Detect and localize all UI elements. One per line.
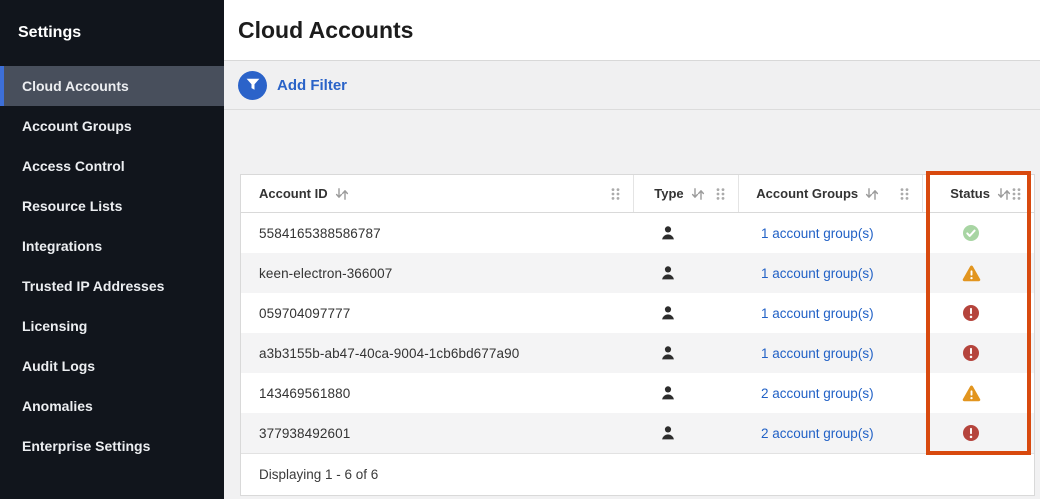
sort-arrows-icon[interactable] xyxy=(865,188,879,200)
status-error-icon xyxy=(962,344,980,362)
funnel-icon xyxy=(246,78,260,92)
table-row: 059704097777 1 account group(s) xyxy=(241,293,1034,333)
pagination-summary: Displaying 1 - 6 of 6 xyxy=(259,467,378,482)
sidebar-title: Settings xyxy=(0,0,224,66)
account-groups-link[interactable]: 2 account group(s) xyxy=(761,386,874,401)
account-id-cell: keen-electron-366007 xyxy=(241,266,638,281)
sidebar-item-anomalies[interactable]: Anomalies xyxy=(0,386,224,426)
status-error-icon xyxy=(962,424,980,442)
sidebar-item-trusted-ip-addresses[interactable]: Trusted IP Addresses xyxy=(0,266,224,306)
status-warning-icon xyxy=(962,265,981,282)
page-header: Cloud Accounts xyxy=(224,0,1040,61)
table-row: 143469561880 2 account group(s) xyxy=(241,373,1034,413)
account-type-cell xyxy=(638,265,744,281)
add-filter-button[interactable] xyxy=(238,71,267,100)
account-type-cell xyxy=(638,225,744,241)
account-groups-cell: 1 account group(s) xyxy=(744,226,930,241)
account-groups-link[interactable]: 1 account group(s) xyxy=(761,346,874,361)
account-groups-link[interactable]: 1 account group(s) xyxy=(761,226,874,241)
column-label: Status xyxy=(950,186,990,201)
account-groups-cell: 2 account group(s) xyxy=(744,386,930,401)
sidebar-item-integrations[interactable]: Integrations xyxy=(0,226,224,266)
account-id-cell: 059704097777 xyxy=(241,306,638,321)
account-groups-cell: 1 account group(s) xyxy=(744,306,930,321)
sidebar-item-resource-lists[interactable]: Resource Lists xyxy=(0,186,224,226)
status-cell xyxy=(930,385,1034,402)
user-icon xyxy=(660,305,676,321)
table-row: 377938492601 2 account group(s) xyxy=(241,413,1034,453)
grip-dots-icon[interactable] xyxy=(1011,187,1022,201)
sidebar-item-audit-logs[interactable]: Audit Logs xyxy=(0,346,224,386)
sidebar-item-account-groups[interactable]: Account Groups xyxy=(0,106,224,146)
table-footer: Displaying 1 - 6 of 6 xyxy=(241,453,1034,495)
user-icon xyxy=(660,345,676,361)
cloud-accounts-table: Account ID Type Account Groups Status 55… xyxy=(240,174,1035,496)
filter-bar: Add Filter xyxy=(224,61,1040,110)
sidebar-item-enterprise-settings[interactable]: Enterprise Settings xyxy=(0,426,224,466)
sidebar-item-licensing[interactable]: Licensing xyxy=(0,306,224,346)
grip-dots-icon[interactable] xyxy=(610,187,621,201)
user-icon xyxy=(660,265,676,281)
table-row: 5584165388586787 1 account group(s) xyxy=(241,213,1034,253)
account-groups-cell: 1 account group(s) xyxy=(744,266,930,281)
column-header-account-id[interactable]: Account ID xyxy=(241,175,633,212)
account-groups-link[interactable]: 1 account group(s) xyxy=(761,266,874,281)
sort-arrows-icon[interactable] xyxy=(335,188,349,200)
column-label: Type xyxy=(654,186,683,201)
account-groups-link[interactable]: 1 account group(s) xyxy=(761,306,874,321)
account-id-cell: a3b3155b-ab47-40ca-9004-1cb6bd677a90 xyxy=(241,346,638,361)
account-id-cell: 377938492601 xyxy=(241,426,638,441)
status-cell xyxy=(930,344,1034,362)
sort-arrows-icon[interactable] xyxy=(997,188,1011,200)
user-icon xyxy=(660,385,676,401)
add-filter-label[interactable]: Add Filter xyxy=(277,77,347,94)
account-id-cell: 143469561880 xyxy=(241,386,638,401)
account-type-cell xyxy=(638,385,744,401)
user-icon xyxy=(660,425,676,441)
table-row: keen-electron-366007 1 account group(s) xyxy=(241,253,1034,293)
table-row: a3b3155b-ab47-40ca-9004-1cb6bd677a90 1 ac… xyxy=(241,333,1034,373)
account-groups-link[interactable]: 2 account group(s) xyxy=(761,426,874,441)
column-header-status[interactable]: Status xyxy=(922,175,1034,212)
account-groups-cell: 2 account group(s) xyxy=(744,426,930,441)
account-type-cell xyxy=(638,425,744,441)
sidebar-item-access-control[interactable]: Access Control xyxy=(0,146,224,186)
status-cell xyxy=(930,304,1034,322)
grip-dots-icon[interactable] xyxy=(899,187,910,201)
account-groups-cell: 1 account group(s) xyxy=(744,346,930,361)
status-cell xyxy=(930,424,1034,442)
column-label: Account ID xyxy=(259,186,328,201)
main-content: Cloud Accounts Add Filter Account ID Typ… xyxy=(224,0,1040,499)
page-title: Cloud Accounts xyxy=(238,17,413,44)
status-ok-icon xyxy=(962,224,980,242)
grip-dots-icon[interactable] xyxy=(715,187,726,201)
sort-arrows-icon[interactable] xyxy=(691,188,705,200)
account-type-cell xyxy=(638,345,744,361)
status-cell xyxy=(930,224,1034,242)
column-header-account-groups[interactable]: Account Groups xyxy=(738,175,922,212)
column-label: Account Groups xyxy=(756,186,858,201)
account-id-cell: 5584165388586787 xyxy=(241,226,638,241)
status-error-icon xyxy=(962,304,980,322)
column-header-type[interactable]: Type xyxy=(633,175,738,212)
account-type-cell xyxy=(638,305,744,321)
user-icon xyxy=(660,225,676,241)
table-body: 55841653885867871 account group(s)keen-e… xyxy=(241,213,1034,453)
status-warning-icon xyxy=(962,385,981,402)
status-cell xyxy=(930,265,1034,282)
table-header: Account ID Type Account Groups Status xyxy=(241,175,1034,213)
sidebar-item-cloud-accounts[interactable]: Cloud Accounts xyxy=(0,66,224,106)
settings-sidebar: Settings Cloud Accounts Account Groups A… xyxy=(0,0,224,499)
